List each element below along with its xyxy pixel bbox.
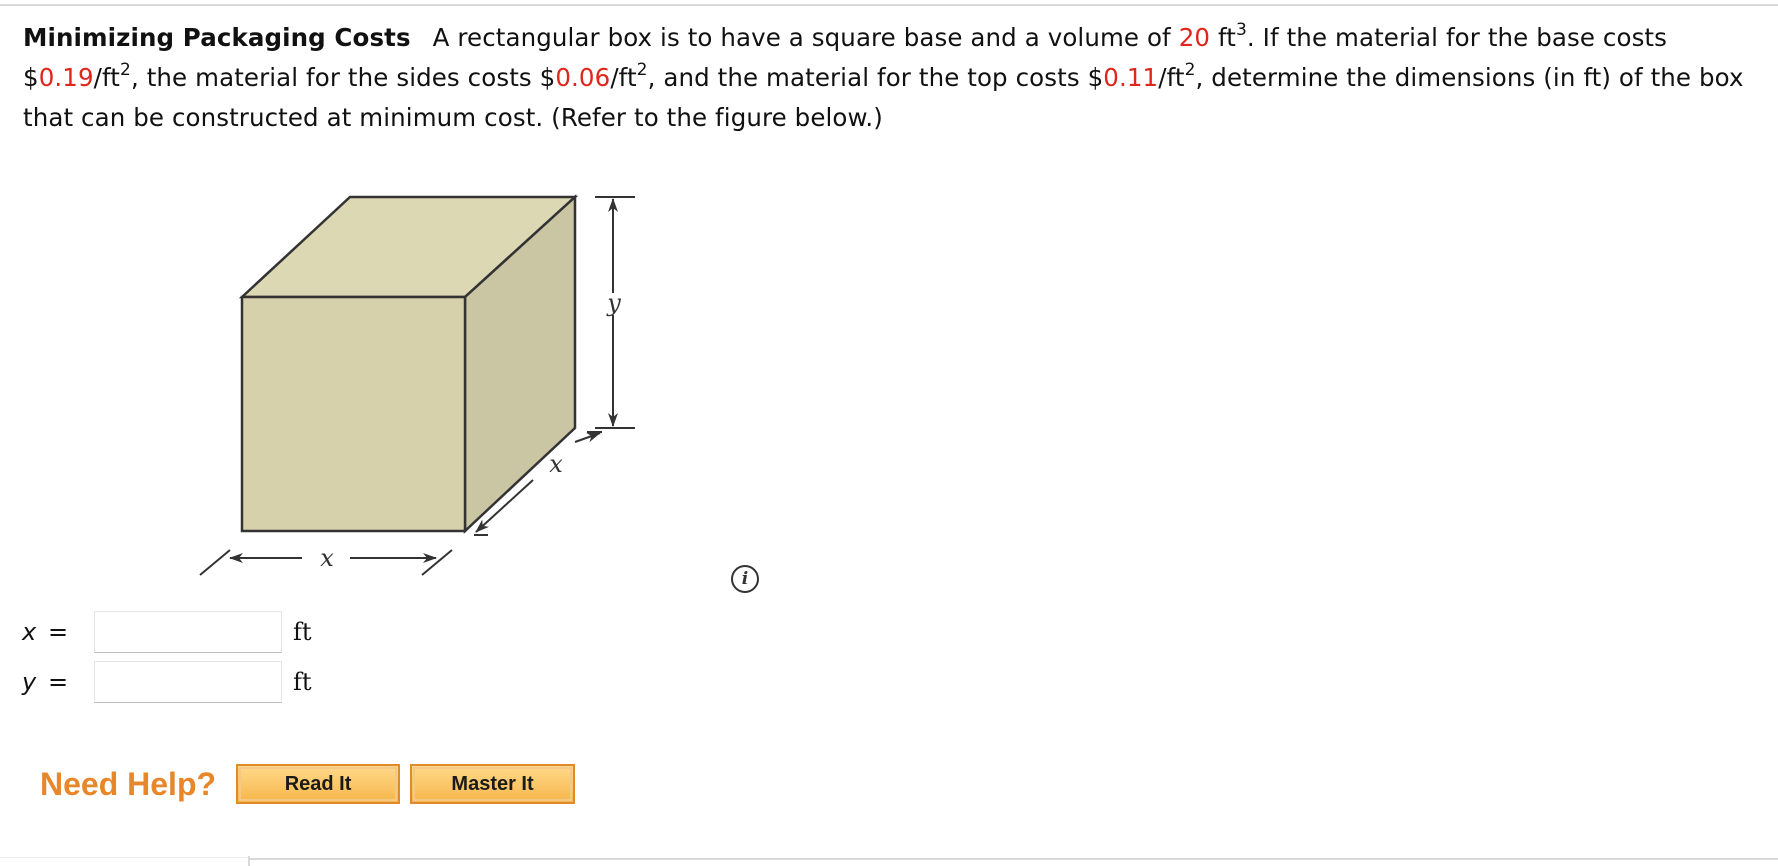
height-dimension: y — [595, 196, 635, 429]
variable-x-label: x — [22, 618, 37, 646]
question-text: Minimizing Packaging Costs A rectangular … — [23, 19, 1744, 132]
need-help-bar: Need Help? Read It Master It — [40, 762, 585, 806]
y-unit-label: ft — [293, 668, 312, 696]
bottom-divider-left — [0, 857, 249, 858]
top-divider — [0, 4, 1778, 6]
master-it-button[interactable]: Master It — [410, 764, 576, 804]
side-cost-value: 0.06 — [555, 63, 611, 92]
question-title: Minimizing Packaging Costs — [23, 23, 411, 52]
answer-row-y: y = ft — [22, 659, 312, 705]
y-answer-input[interactable] — [94, 661, 282, 703]
equals-sign: = — [48, 618, 69, 646]
height-label: y — [606, 289, 621, 317]
equals-sign: = — [48, 668, 69, 696]
x-answer-input[interactable] — [94, 611, 282, 653]
box-diagram: y x x — [199, 194, 635, 576]
need-help-label: Need Help? — [40, 765, 217, 802]
read-it-button[interactable]: Read It — [236, 764, 401, 804]
top-cost-value: 0.11 — [1103, 63, 1159, 92]
answer-row-x: x = ft — [22, 609, 312, 655]
volume-value: 20 — [1178, 23, 1211, 52]
width-label: x — [320, 544, 334, 572]
x-unit-label: ft — [293, 618, 312, 646]
width-dimension: x — [199, 544, 453, 576]
bottom-divider — [249, 858, 1778, 860]
base-cost-value: 0.19 — [38, 63, 94, 92]
box-figure: y x x — [190, 185, 650, 590]
depth-label: x — [549, 450, 563, 478]
box-front-face — [240, 295, 467, 533]
info-icon[interactable]: i — [731, 565, 759, 593]
variable-y-label: y — [22, 668, 37, 696]
